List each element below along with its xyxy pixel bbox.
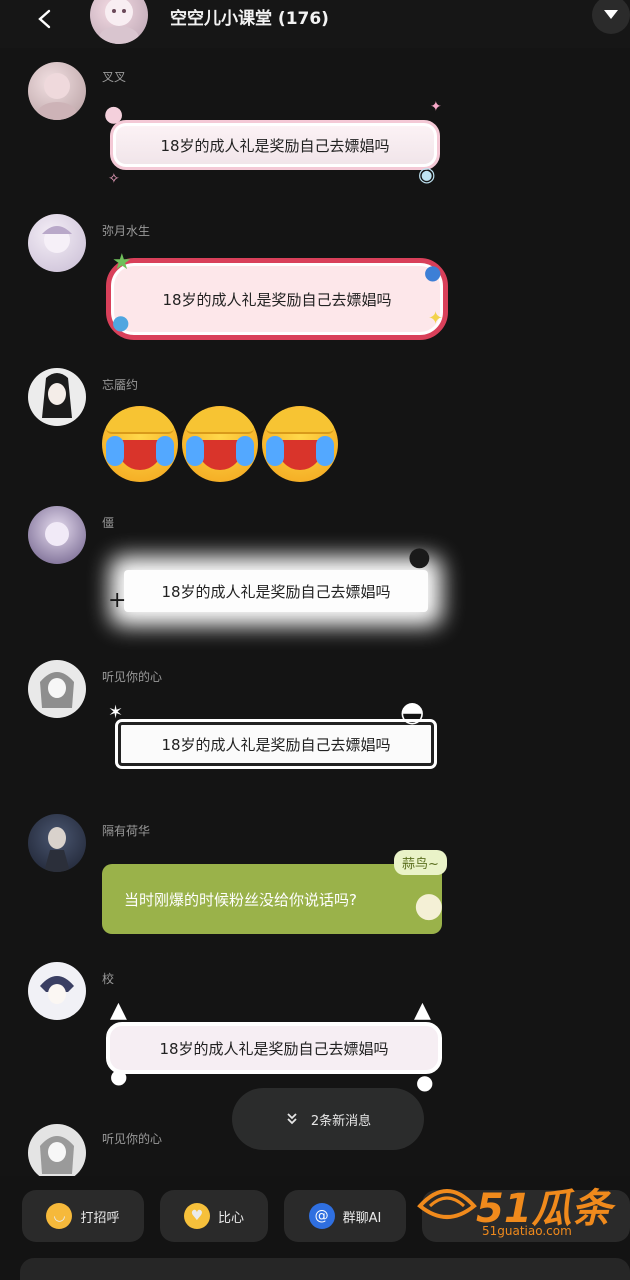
sender-name: 僵: [102, 516, 115, 530]
message-bubble[interactable]: 18岁的成人礼是奖励自己去嫖娼吗: [106, 258, 448, 340]
message-bubble[interactable]: 18岁的成人礼是奖励自己去嫖娼吗: [124, 570, 428, 612]
double-chevron-down-icon: [287, 1113, 297, 1125]
sender-name: 叉叉: [102, 70, 127, 84]
group-avatar[interactable]: [90, 0, 148, 44]
crying-face-emoji-icon[interactable]: [182, 406, 258, 482]
cat-decoration-icon: ●: [408, 542, 431, 572]
sender-name: 听见你的心: [102, 1132, 163, 1146]
sender-name: 隔有荷华: [102, 824, 151, 838]
group-title: 空空儿小课堂 (176): [170, 9, 329, 29]
avatar[interactable]: [28, 962, 86, 1020]
avatar[interactable]: [28, 1124, 86, 1182]
sender-name: 校: [102, 972, 115, 986]
fish-decoration-icon: ◉: [418, 162, 436, 186]
quick-action-heart[interactable]: ♥ 比心: [160, 1190, 268, 1242]
bunny-decoration-icon: ●: [104, 102, 124, 127]
cat-ear-decoration-icon: ▲: [414, 998, 431, 1023]
bear-decoration-icon: ●: [424, 260, 442, 284]
cat-decoration-icon: ◓: [400, 695, 425, 728]
watermark-site: 51guatiao.com: [482, 1224, 572, 1238]
quick-action-label: 群聊AI: [342, 1210, 382, 1226]
avatar[interactable]: [28, 214, 86, 272]
crying-face-emoji-icon[interactable]: [262, 406, 338, 482]
quick-action-group-ai[interactable]: @ 群聊AI: [284, 1190, 406, 1242]
cat-ear-decoration-icon: ▲: [110, 998, 127, 1023]
sender-name: 忘靥约: [102, 378, 139, 392]
quick-action-greet[interactable]: ◡ 打招呼: [22, 1190, 144, 1242]
quick-action-label: 比心: [217, 1210, 244, 1226]
avatar[interactable]: [28, 506, 86, 564]
bubble-tag: 蒜鸟~: [394, 850, 447, 875]
crying-face-emoji-icon[interactable]: [102, 406, 178, 482]
message-bubble[interactable]: 18岁的成人礼是奖励自己去嫖娼吗: [110, 120, 440, 170]
chat-header: 空空儿小课堂 (176): [0, 0, 630, 48]
melon-logo-icon: [417, 1189, 477, 1219]
new-messages-button[interactable]: 2条新消息: [232, 1088, 424, 1150]
at-icon: @: [308, 1203, 335, 1229]
back-button[interactable]: [30, 4, 60, 34]
paw-decoration-icon: ●: [110, 1064, 128, 1088]
new-messages-label: 2条新消息: [310, 1113, 372, 1129]
message-input-bar[interactable]: [20, 1258, 630, 1280]
sparkle-decoration-icon: ✧: [108, 171, 120, 187]
watermark-logo: 51瓜条 51guatiao.com: [416, 1176, 630, 1246]
bear-decoration-icon: ●: [112, 310, 130, 334]
sender-name: 听见你的心: [102, 670, 163, 684]
star-decoration-icon: ✶: [108, 702, 124, 723]
caret-down-icon: [604, 10, 618, 19]
cross-decoration-icon: +: [108, 588, 127, 613]
sparkle-decoration-icon: ✦: [428, 308, 444, 329]
message-bubble[interactable]: 18岁的成人礼是奖励自己去嫖娼吗: [115, 719, 437, 769]
paw-decoration-icon: ●: [416, 1070, 434, 1094]
avatar[interactable]: [28, 62, 86, 120]
star-decoration-icon: ✦: [430, 99, 442, 115]
chick-decoration-icon: ●: [414, 885, 444, 925]
message-bubble[interactable]: 18岁的成人礼是奖励自己去嫖娼吗: [106, 1022, 442, 1074]
avatar[interactable]: [28, 814, 86, 872]
avatar[interactable]: [28, 368, 86, 426]
heart-hands-emoji-icon: ♥: [183, 1203, 210, 1229]
sender-name: 弥月水生: [102, 224, 151, 238]
chevron-left-icon: [38, 9, 51, 29]
dropdown-button[interactable]: [592, 0, 630, 34]
leaf-decoration-icon: ★: [112, 250, 132, 275]
message-bubble[interactable]: 当时刚爆的时候粉丝没给你说话吗?: [102, 864, 442, 934]
wave-emoji-icon: ◡: [46, 1203, 73, 1229]
avatar[interactable]: [28, 660, 86, 718]
quick-action-label: 打招呼: [80, 1210, 120, 1226]
